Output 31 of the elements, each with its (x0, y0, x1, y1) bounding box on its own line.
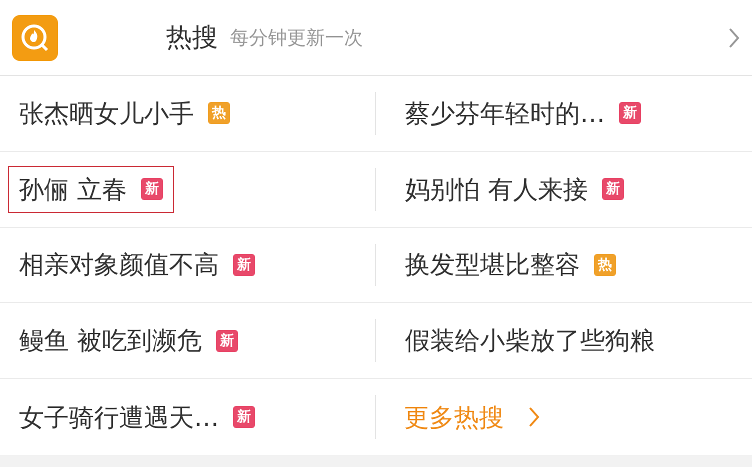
hot-search-item[interactable]: 张杰晒女儿小手 热 (8, 90, 241, 137)
topic-badge: 新 (140, 178, 163, 200)
chevron-icon[interactable] (728, 26, 740, 48)
hot-search-item[interactable]: 假装给小柴放了些狗粮 (394, 317, 666, 364)
topic-badge: 新 (233, 254, 255, 276)
topic-badge: 新 (216, 330, 238, 352)
topic-badge: 热 (208, 102, 230, 124)
hot-search-item[interactable]: 鳗鱼 被吃到濒危 新 (8, 317, 249, 364)
chevron-icon (528, 406, 540, 428)
topic-badge: 新 (233, 406, 255, 428)
topic-text: 妈别怕 有人来接 (405, 174, 588, 206)
topic-badge: 新 (602, 178, 624, 200)
hot-search-item[interactable]: 蔡少芬年轻时的… 新 (394, 90, 652, 137)
topic-text: 相亲对象颜值不高 (19, 249, 219, 282)
topic-text: 蔡少芬年轻时的… (405, 98, 605, 130)
update-note: 每分钟更新一次 (230, 26, 363, 50)
hot-search-item[interactable]: 女子骑行遭遇天… 新 (8, 394, 266, 441)
hot-search-item[interactable]: 妈别怕 有人来接 新 (394, 166, 635, 213)
topic-text: 孙俪 立春 (19, 174, 127, 206)
topic-text: 假装给小柴放了些狗粮 (405, 325, 655, 358)
hot-search-item[interactable]: 换发型堪比整容 热 (394, 241, 627, 288)
topic-text: 换发型堪比整容 (405, 249, 580, 282)
topic-text: 鳗鱼 被吃到濒危 (19, 325, 202, 358)
section-title: 热搜 (166, 22, 218, 55)
hot-search-item[interactable]: 相亲对象颜值不高 新 (8, 241, 266, 288)
topic-text: 女子骑行遭遇天… (19, 402, 219, 434)
hot-search-item[interactable]: 孙俪 立春 新 (8, 166, 174, 213)
topic-badge: 新 (619, 102, 641, 124)
topic-badge: 热 (594, 254, 616, 276)
topic-text: 张杰晒女儿小手 (19, 98, 194, 130)
app-logo (12, 14, 58, 60)
